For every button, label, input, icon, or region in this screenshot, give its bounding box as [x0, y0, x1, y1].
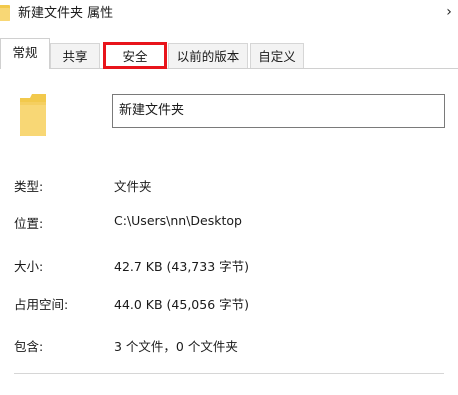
- tab-customize[interactable]: 自定义: [250, 43, 304, 68]
- tab-sharing[interactable]: 共享: [50, 43, 100, 68]
- tab-strip: 常规 共享 安全 以前的版本 自定义: [0, 38, 458, 69]
- folder-icon: [0, 5, 10, 21]
- tab-general[interactable]: 常规: [0, 38, 50, 69]
- size-value: 42.7 KB (43,733 字节): [114, 259, 250, 274]
- location-label: 位置:: [14, 216, 44, 231]
- size-on-disk-value: 44.0 KB (45,056 字节): [114, 297, 250, 312]
- type-value: 文件夹: [114, 179, 152, 194]
- contains-value: 3 个文件，0 个文件夹: [114, 339, 238, 354]
- size-label: 大小:: [14, 259, 44, 274]
- contains-label: 包含:: [14, 339, 44, 354]
- folder-icon: [20, 94, 46, 136]
- location-value: C:\Users\nn\Desktop: [114, 213, 242, 228]
- section-divider: [14, 373, 444, 374]
- chevron-right-icon[interactable]: ›: [442, 2, 456, 22]
- properties-window: 新建文件夹 属性 › 常规 共享 安全 以前的版本 自定义 新建文件夹 类型: …: [0, 0, 458, 395]
- tab-security[interactable]: 安全: [103, 42, 167, 69]
- window-title: 新建文件夹 属性: [18, 6, 114, 21]
- size-on-disk-label: 占用空间:: [14, 297, 69, 312]
- title-bar: 新建文件夹 属性 ›: [0, 0, 458, 36]
- tab-previous-versions[interactable]: 以前的版本: [168, 43, 248, 68]
- folder-name-field[interactable]: 新建文件夹: [112, 94, 445, 128]
- type-label: 类型:: [14, 179, 44, 194]
